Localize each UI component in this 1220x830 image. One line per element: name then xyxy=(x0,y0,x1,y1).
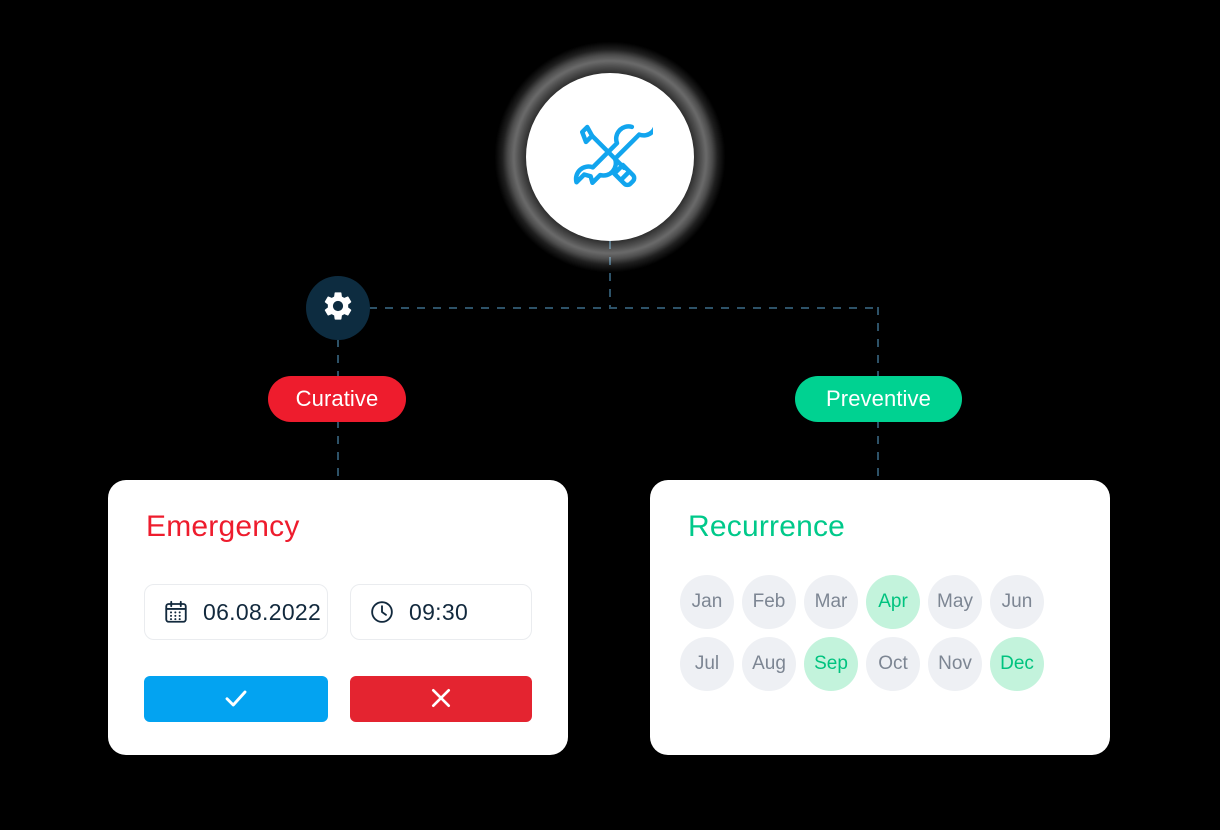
month-chip-jan[interactable]: Jan xyxy=(680,575,734,629)
month-chip-may-label: May xyxy=(937,591,973,612)
month-chip-jun[interactable]: Jun xyxy=(990,575,1044,629)
month-chip-feb[interactable]: Feb xyxy=(742,575,796,629)
hero-disc xyxy=(526,73,694,241)
recurrence-card-title: Recurrence xyxy=(688,510,846,543)
month-chip-apr[interactable]: Apr xyxy=(866,575,920,629)
emergency-card: Emergency 06.08.2022 09:30 xyxy=(108,480,568,755)
month-chip-jul-label: Jul xyxy=(694,653,720,674)
diagram-canvas: Curative Preventive Emergency 06.08.2022… xyxy=(0,0,1220,830)
gear-node[interactable] xyxy=(306,276,370,340)
month-chip-jul[interactable]: Jul xyxy=(680,637,734,691)
connector-curative-lower xyxy=(337,420,339,482)
month-selector-grid: Jan Feb Mar Apr May Jun Jul Aug Sep Oct … xyxy=(680,575,1080,691)
clock-icon xyxy=(369,599,395,625)
month-chip-aug-label: Aug xyxy=(752,653,786,674)
month-chip-nov[interactable]: Nov xyxy=(928,637,982,691)
close-x-icon xyxy=(427,684,455,715)
connector-horizontal-bus xyxy=(337,307,879,309)
tools-wrench-screwdriver-icon xyxy=(567,112,659,203)
month-chip-oct-label: Oct xyxy=(878,653,908,674)
month-chip-dec[interactable]: Dec xyxy=(990,637,1044,691)
month-chip-sep-label: Sep xyxy=(814,653,848,674)
month-chip-feb-label: Feb xyxy=(752,591,786,612)
emergency-card-title: Emergency xyxy=(146,510,300,543)
branch-pill-curative[interactable]: Curative xyxy=(268,376,406,422)
month-chip-mar[interactable]: Mar xyxy=(804,575,858,629)
recurrence-card: Recurrence Jan Feb Mar Apr May Jun Jul A… xyxy=(650,480,1110,755)
branch-pill-preventive-label: Preventive xyxy=(826,386,931,411)
branch-pill-curative-label: Curative xyxy=(295,386,379,411)
gear-icon xyxy=(321,289,355,328)
calendar-icon xyxy=(163,599,189,625)
date-field-value: 06.08.2022 xyxy=(203,598,322,625)
month-chip-may[interactable]: May xyxy=(928,575,982,629)
branch-pill-preventive[interactable]: Preventive xyxy=(795,376,962,422)
connector-preventive-lower xyxy=(877,420,879,482)
date-field[interactable]: 06.08.2022 xyxy=(144,584,328,640)
month-chip-sep[interactable]: Sep xyxy=(804,637,858,691)
month-chip-jan-label: Jan xyxy=(691,591,723,612)
time-field[interactable]: 09:30 xyxy=(350,584,532,640)
confirm-button[interactable] xyxy=(144,676,328,722)
cancel-button[interactable] xyxy=(350,676,532,722)
month-chip-aug[interactable]: Aug xyxy=(742,637,796,691)
month-chip-oct[interactable]: Oct xyxy=(866,637,920,691)
connector-preventive-upper xyxy=(877,307,879,379)
month-chip-jun-label: Jun xyxy=(1001,591,1033,612)
month-chip-mar-label: Mar xyxy=(814,591,848,612)
check-icon xyxy=(221,683,251,716)
month-chip-nov-label: Nov xyxy=(938,653,972,674)
month-chip-apr-label: Apr xyxy=(878,591,908,612)
time-field-value: 09:30 xyxy=(409,598,469,625)
month-chip-dec-label: Dec xyxy=(1000,653,1034,674)
